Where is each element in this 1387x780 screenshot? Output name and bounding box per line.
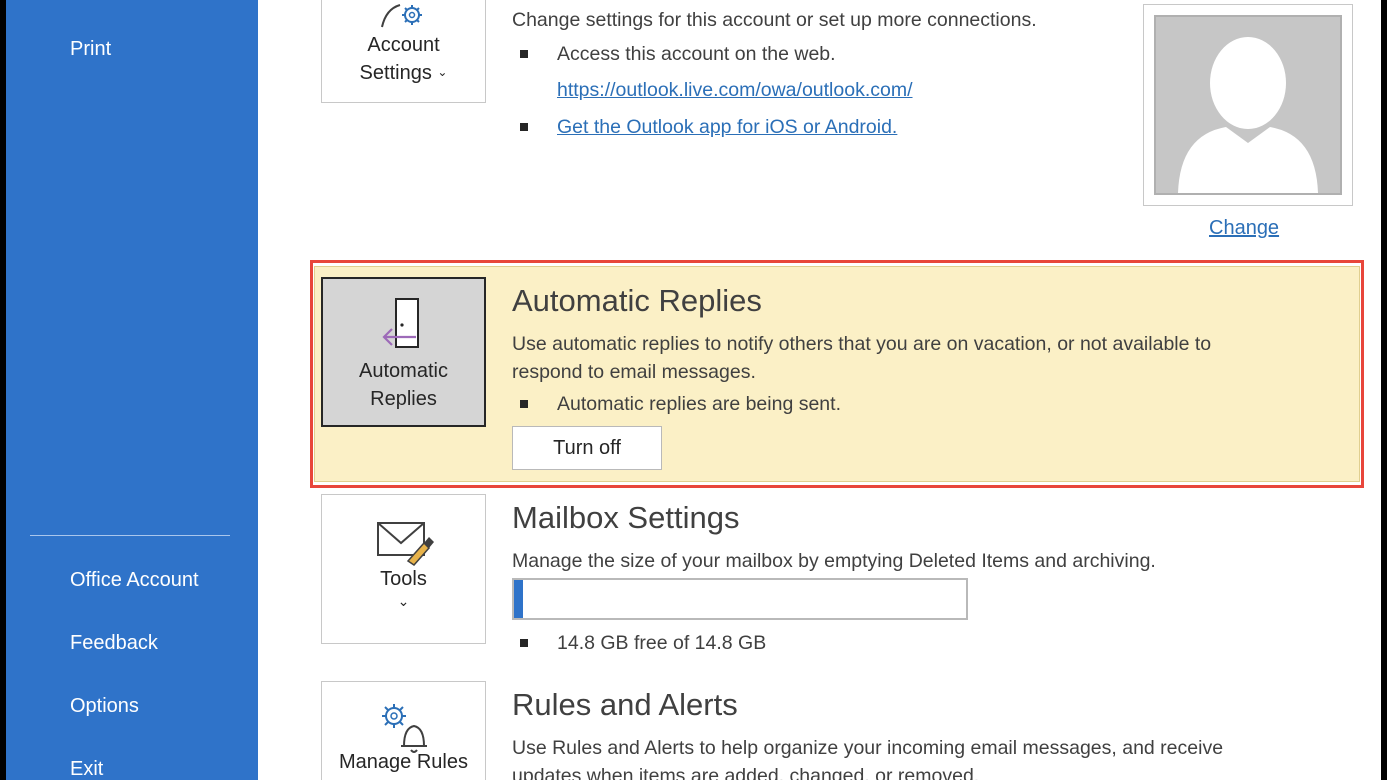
account-settings-label: Account (367, 34, 440, 56)
tools-button[interactable]: Tools ⌄ (321, 494, 486, 644)
sidebar-item-exit[interactable]: Exit (70, 758, 103, 780)
outlook-app-link[interactable]: Get the Outlook app for iOS or Android. (557, 116, 897, 139)
account-settings-gear-icon (380, 4, 422, 28)
outlook-web-link[interactable]: https://outlook.live.com/owa/outlook.com… (557, 79, 913, 102)
bullet (520, 400, 528, 408)
tools-label: Tools (380, 568, 427, 590)
change-photo-link[interactable]: Change (1209, 217, 1279, 240)
bullet (520, 50, 528, 58)
automatic-replies-tile-label: Automatic (359, 360, 448, 382)
manage-rules-button[interactable]: Manage Rules (321, 681, 486, 780)
sidebar-item-options[interactable]: Options (70, 695, 139, 718)
automatic-replies-button[interactable]: Automatic Replies (321, 277, 486, 427)
account-description: Change settings for this account or set … (512, 9, 1037, 31)
mailbox-storage-bar (512, 578, 968, 620)
chevron-down-icon: ⌄ (437, 65, 448, 79)
backstage-sidebar: Print Office Account Feedback Options Ex… (6, 0, 258, 780)
automatic-replies-description-2: respond to email messages. (512, 361, 756, 383)
mailbox-settings-title: Mailbox Settings (512, 500, 740, 535)
sidebar-item-feedback[interactable]: Feedback (70, 632, 158, 655)
rules-alerts-title: Rules and Alerts (512, 687, 738, 722)
manage-rules-label: Manage Rules (339, 751, 468, 773)
automatic-replies-title: Automatic Replies (512, 283, 762, 318)
mailbox-description: Manage the size of your mailbox by empty… (512, 550, 1156, 572)
rules-description: Use Rules and Alerts to help organize yo… (512, 737, 1224, 759)
account-settings-label-line2: Settings (359, 62, 432, 84)
chevron-down-icon: ⌄ (397, 593, 410, 609)
sidebar-item-office-account[interactable]: Office Account (70, 569, 199, 592)
turn-off-button[interactable]: Turn off (512, 426, 662, 470)
door-arrow-icon (381, 298, 419, 348)
mailbox-storage-text: 14.8 GB free of 14.8 GB (557, 632, 767, 654)
automatic-replies-status: Automatic replies are being sent. (557, 393, 841, 415)
automatic-replies-tile-label-2: Replies (370, 388, 437, 410)
mailbox-storage-fill (514, 580, 524, 618)
account-settings-label-2: Settings ⌄ (322, 59, 485, 89)
bullet (520, 123, 528, 131)
automatic-replies-description: Use automatic replies to notify others t… (512, 333, 1212, 355)
bullet (520, 639, 528, 647)
backstage-view: Print Office Account Feedback Options Ex… (6, 0, 1381, 780)
sidebar-divider (30, 535, 230, 536)
profile-photo (1143, 4, 1353, 206)
rules-description-2: updates when items are added, changed, o… (512, 765, 980, 780)
avatar-placeholder-icon (1154, 15, 1342, 195)
sidebar-item-print[interactable]: Print (70, 38, 111, 61)
account-settings-button[interactable]: Account Settings ⌄ (321, 0, 486, 103)
web-access-text: Access this account on the web. (557, 43, 836, 65)
